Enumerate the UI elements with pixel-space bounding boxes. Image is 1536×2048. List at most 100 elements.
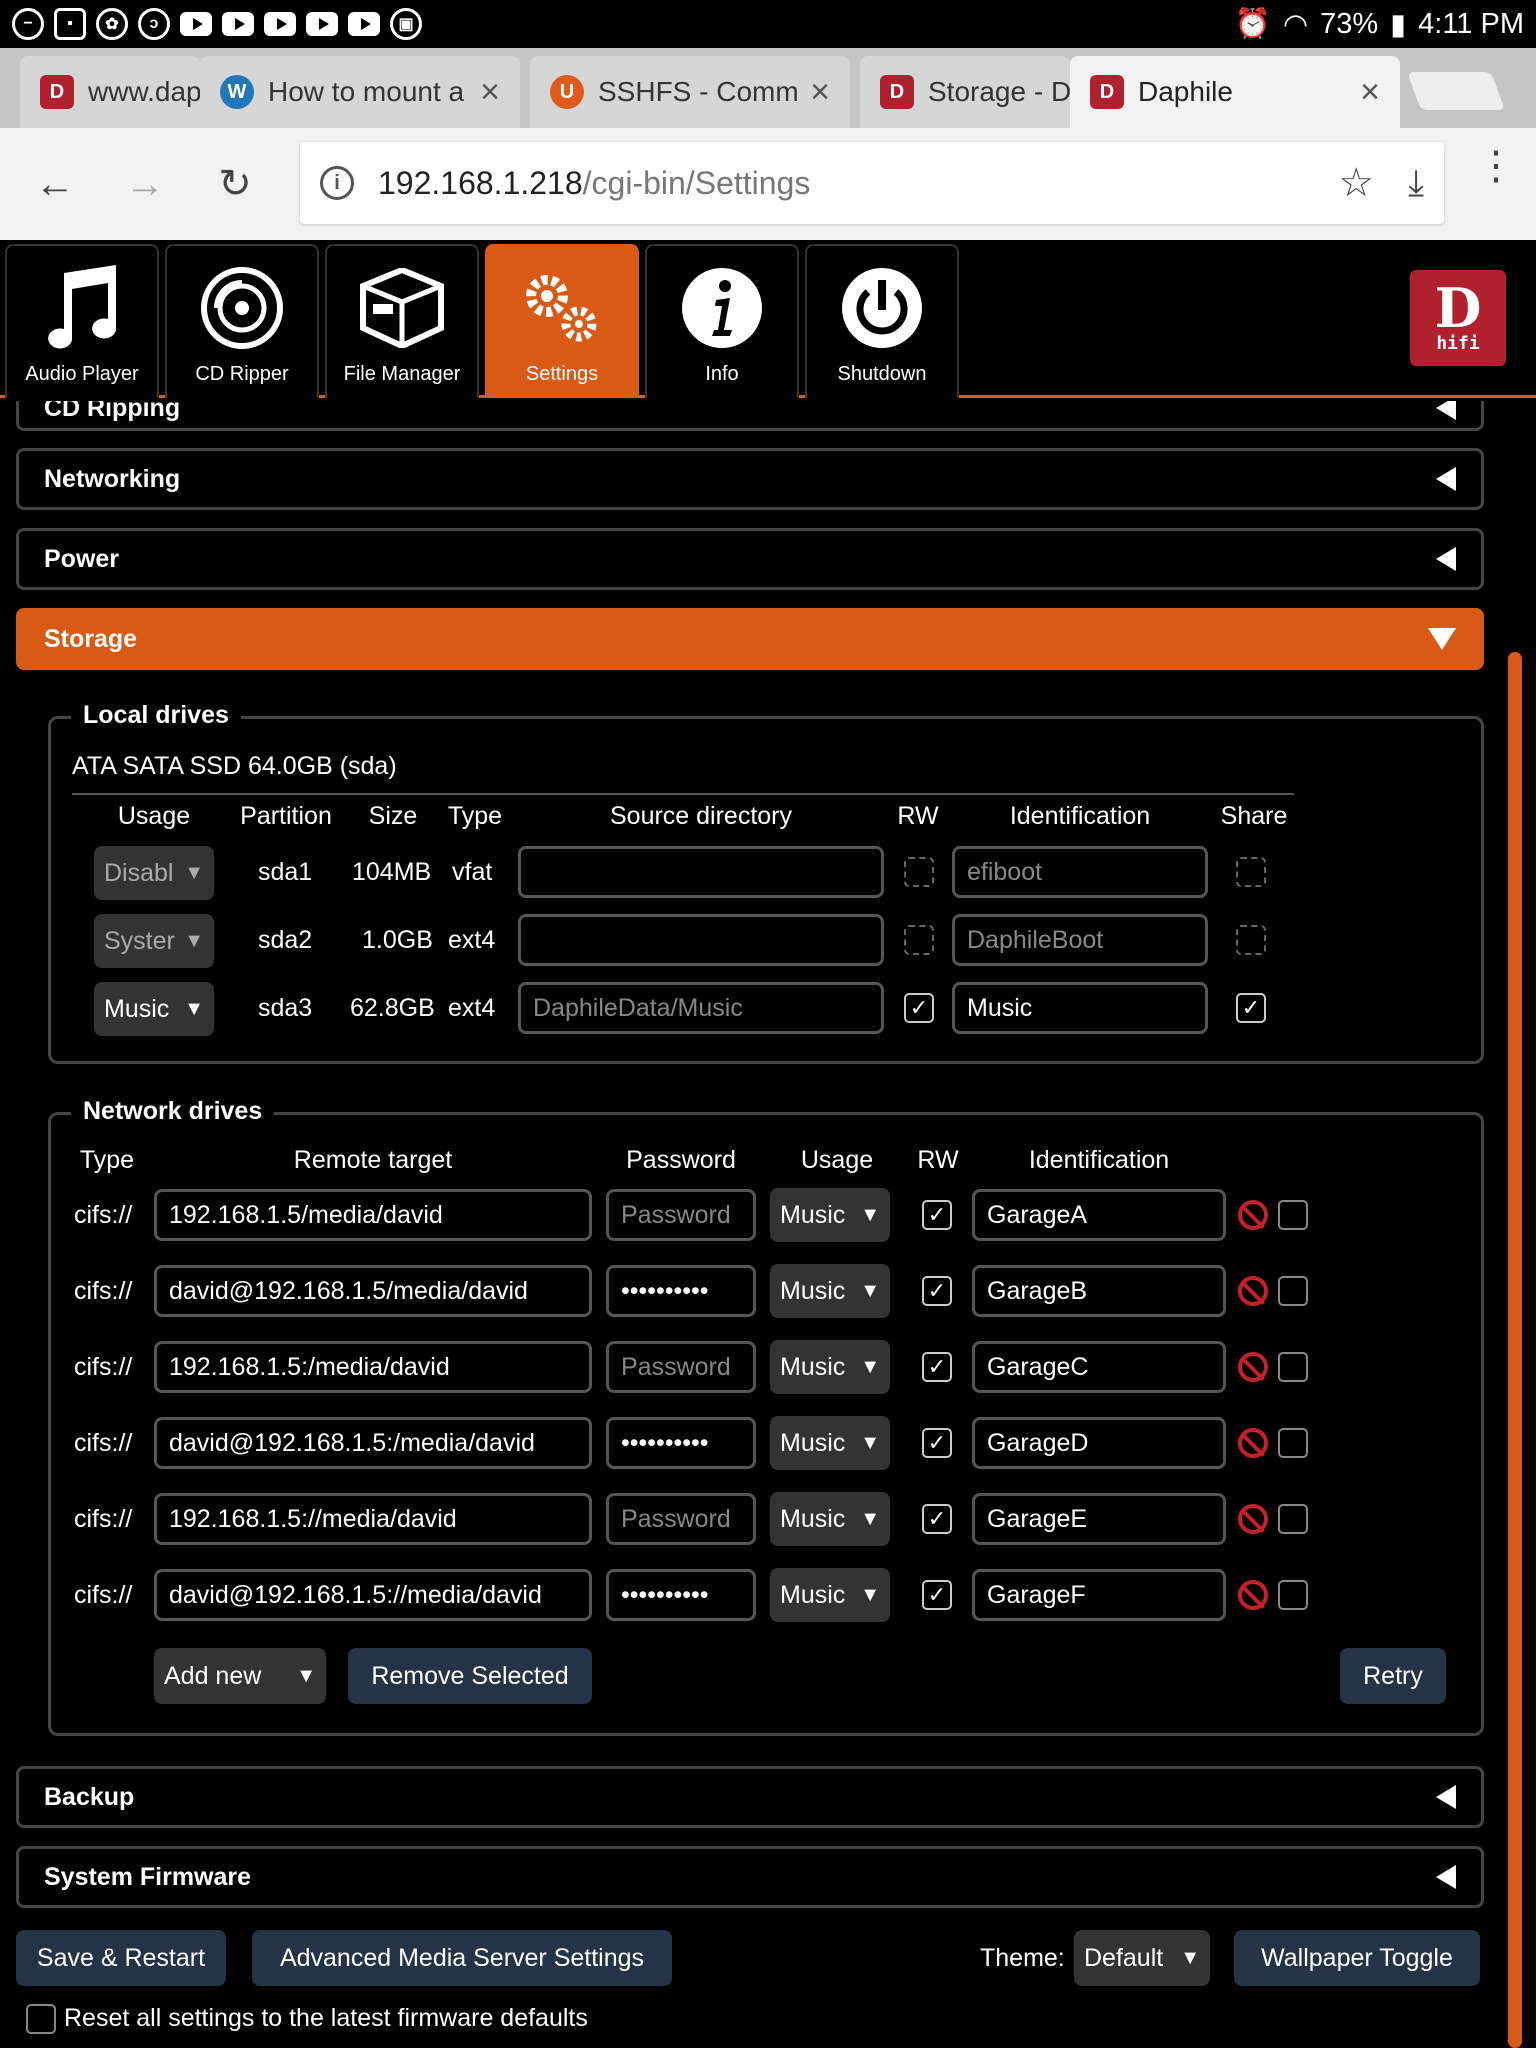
box-icon [359,263,445,353]
usage-select[interactable]: Music ▼ [770,1340,890,1394]
save-restart-button[interactable]: Save & Restart [16,1930,226,1986]
reload-button[interactable]: ↻ [190,139,280,229]
advanced-media-server-button[interactable]: Advanced Media Server Settings [252,1930,672,1986]
identification-input[interactable]: GarageD [972,1417,1226,1469]
tab-title: www.daphile [88,76,200,107]
usage-select[interactable]: Music ▼ [770,1568,890,1622]
password-input[interactable]: Password [606,1189,756,1241]
section-cd-ripping[interactable]: CD Ripping [16,401,1484,431]
select-checkbox[interactable] [1278,1276,1308,1306]
address-bar[interactable]: i 192.168.1.218/cgi-bin/Settings ☆ ⤓ [300,142,1444,224]
divider [72,793,1294,795]
scrollbar[interactable] [1508,652,1522,2048]
remote-target-input[interactable]: david@192.168.1.5:/media/david [154,1417,592,1469]
dropdown-arrow-icon: ▼ [296,1664,316,1687]
identification-input[interactable]: DaphileBoot [952,914,1208,966]
share-checkbox[interactable]: ✓ [1236,993,1266,1023]
forward-button[interactable]: → [100,139,190,229]
expand-arrow-icon [1436,467,1456,491]
remote-target-input[interactable]: 192.168.1.5:/media/david [154,1341,592,1393]
identification-input[interactable]: GarageF [972,1569,1226,1621]
password-input[interactable]: •••••••••• [606,1569,756,1621]
usage-select[interactable]: Music ▼ [770,1264,890,1318]
source-directory-input[interactable] [518,846,884,898]
section-power[interactable]: Power [16,528,1484,590]
source-directory-input[interactable]: DaphileData/Music [518,982,884,1034]
section-backup[interactable]: Backup [16,1766,1484,1828]
nav-audio-player[interactable]: Audio Player [5,244,159,398]
add-new-select[interactable]: Add new ▼ [154,1648,326,1704]
retry-button[interactable]: Retry [1340,1648,1446,1704]
section-system-firmware[interactable]: System Firmware [16,1846,1484,1908]
usage-select[interactable]: Syster ▼ [94,914,214,968]
browser-tab[interactable]: W How to mount a × [200,56,520,128]
browser-tab[interactable]: U SSHFS - Commu × [530,56,850,128]
rw-checkbox[interactable]: ✓ [922,1352,952,1382]
rw-checkbox[interactable]: ✓ [904,993,934,1023]
close-tab-icon[interactable]: × [800,73,830,112]
identification-input[interactable]: GarageC [972,1341,1226,1393]
nav-label: Shutdown [837,363,927,385]
nav-info[interactable]: Info [645,244,799,398]
close-tab-icon[interactable]: × [1350,73,1380,112]
nav-shutdown[interactable]: Shutdown [805,244,959,398]
identification-input[interactable]: Music [952,982,1208,1034]
new-tab-button[interactable] [1407,72,1505,110]
browser-tab[interactable]: D Storage - D [860,56,1070,128]
remote-target-input[interactable]: david@192.168.1.5://media/david [154,1569,592,1621]
usage-select[interactable]: Music ▼ [770,1416,890,1470]
select-checkbox[interactable] [1278,1580,1308,1610]
remote-target-input[interactable]: 192.168.1.5://media/david [154,1493,592,1545]
theme-select[interactable]: Default ▼ [1074,1930,1210,1986]
nav-file-manager[interactable]: File Manager [325,244,479,398]
rw-checkbox[interactable]: ✓ [922,1276,952,1306]
browser-tab[interactable]: D www.daphile [20,56,200,128]
usage-select[interactable]: Music ▼ [94,982,214,1036]
star-icon[interactable]: ☆ [1338,160,1374,206]
section-networking[interactable]: Networking [16,448,1484,510]
reset-settings-checkbox[interactable] [26,2004,56,2034]
menu-icon[interactable]: ⋮ [1476,146,1516,186]
identification-input[interactable]: GarageA [972,1189,1226,1241]
download-icon[interactable]: ⤓ [1408,162,1424,205]
select-checkbox[interactable] [1278,1352,1308,1382]
wallpaper-toggle-button[interactable]: Wallpaper Toggle [1234,1930,1480,1986]
alarm-icon: ⏰ [1234,8,1271,40]
info-icon[interactable]: i [320,166,354,200]
col-usage: Usage [117,802,191,830]
password-input[interactable]: Password [606,1493,756,1545]
remote-target-input[interactable]: david@192.168.1.5/media/david [154,1265,592,1317]
rw-checkbox[interactable]: ✓ [922,1580,952,1610]
password-input[interactable]: •••••••••• [606,1417,756,1469]
rw-checkbox[interactable]: ✓ [922,1504,952,1534]
reload-icon: ↻ [218,162,252,206]
select-checkbox[interactable] [1278,1200,1308,1230]
theme-label: Theme: [980,1944,1065,1972]
back-button[interactable]: ← [10,139,100,229]
remote-target-input[interactable]: 192.168.1.5/media/david [154,1189,592,1241]
browser-tab-active[interactable]: D Daphile × [1070,56,1400,128]
section-storage[interactable]: Storage [16,608,1484,670]
identification-input[interactable]: GarageE [972,1493,1226,1545]
usage-select[interactable]: Music ▼ [770,1492,890,1546]
unavailable-icon [1238,1580,1268,1610]
close-tab-icon[interactable]: × [470,73,500,112]
identification-input[interactable]: efiboot [952,846,1208,898]
select-checkbox[interactable] [1278,1504,1308,1534]
type-cell: cifs:// [74,1277,133,1305]
youtube-icon [348,12,380,36]
password-input[interactable]: •••••••••• [606,1265,756,1317]
nav-cd-ripper[interactable]: CD Ripper [165,244,319,398]
usage-select[interactable]: Music ▼ [770,1188,890,1242]
select-checkbox[interactable] [1278,1428,1308,1458]
remove-selected-button[interactable]: Remove Selected [348,1648,592,1704]
gallery-icon: ▪ [54,8,86,40]
rw-checkbox[interactable]: ✓ [922,1200,952,1230]
nav-settings[interactable]: Settings [485,244,639,398]
source-directory-input[interactable] [518,914,884,966]
usage-select[interactable]: Disabl ▼ [94,846,214,900]
url-host: 192.168.1.218 [378,164,583,201]
password-input[interactable]: Password [606,1341,756,1393]
rw-checkbox[interactable]: ✓ [922,1428,952,1458]
identification-input[interactable]: GarageB [972,1265,1226,1317]
